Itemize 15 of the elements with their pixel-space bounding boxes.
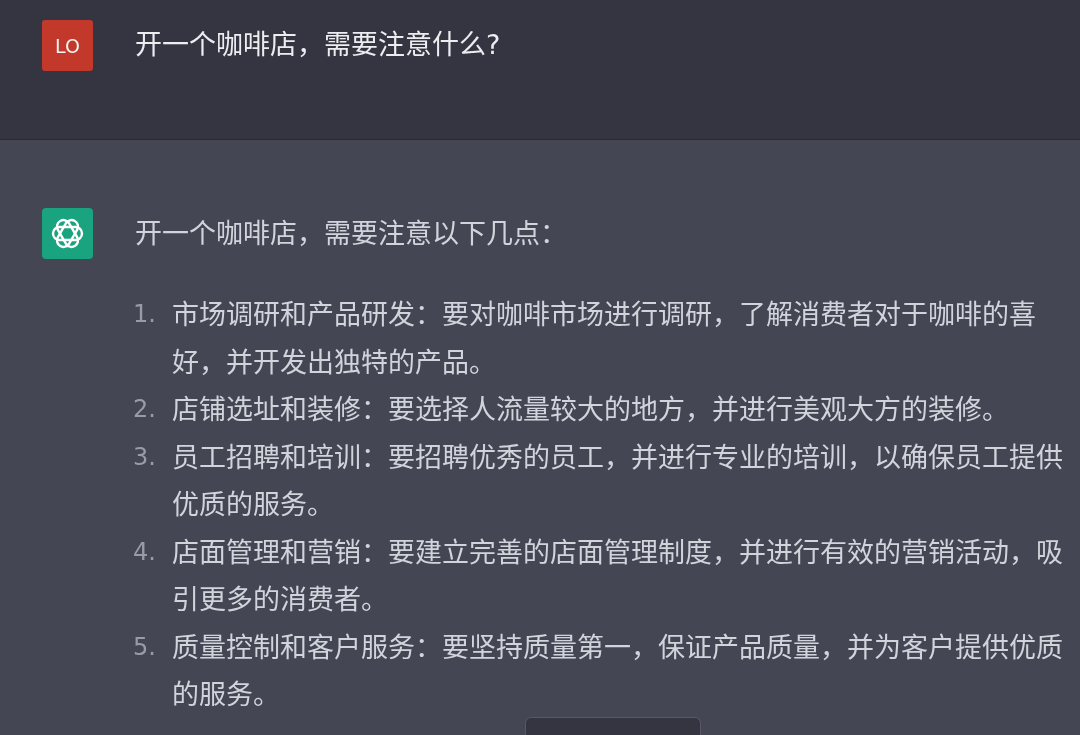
list-item-text: 员工招聘和培训：要招聘优秀的员工，并进行专业的培训，以确保员工提供优质的服务。 — [172, 440, 1064, 522]
bottom-button[interactable] — [525, 717, 701, 735]
message-text: 开一个咖啡店，需要注意以下几点： — [135, 217, 567, 251]
message-text: 开一个咖啡店，需要注意什么? — [135, 28, 501, 62]
list-number: 3. — [133, 441, 156, 473]
list-number: 5. — [133, 631, 156, 663]
list-item-text: 店面管理和营销：要建立完善的店面管理制度，并进行有效的营销活动，吸引更多的消费者。 — [172, 535, 1064, 617]
user-avatar: LO — [42, 20, 93, 71]
knot-logo-icon — [42, 208, 93, 259]
list-item-text: 市场调研和产品研发：要对咖啡市场进行调研，了解消费者对于咖啡的喜好，并开发出独特的产品。 — [172, 298, 1037, 380]
list-item-text: 质量控制和客户服务：要坚持质量第一，保证产品质量，并为客户提供优质的服务。 — [172, 630, 1064, 712]
list-item-text: 店铺选址和装修：要选择人流量较大的地方，并进行美观大方的装修。 — [172, 393, 1010, 427]
list-number: 2. — [133, 394, 156, 425]
list-number: 1. — [133, 299, 156, 330]
list-number: 4. — [133, 536, 156, 568]
